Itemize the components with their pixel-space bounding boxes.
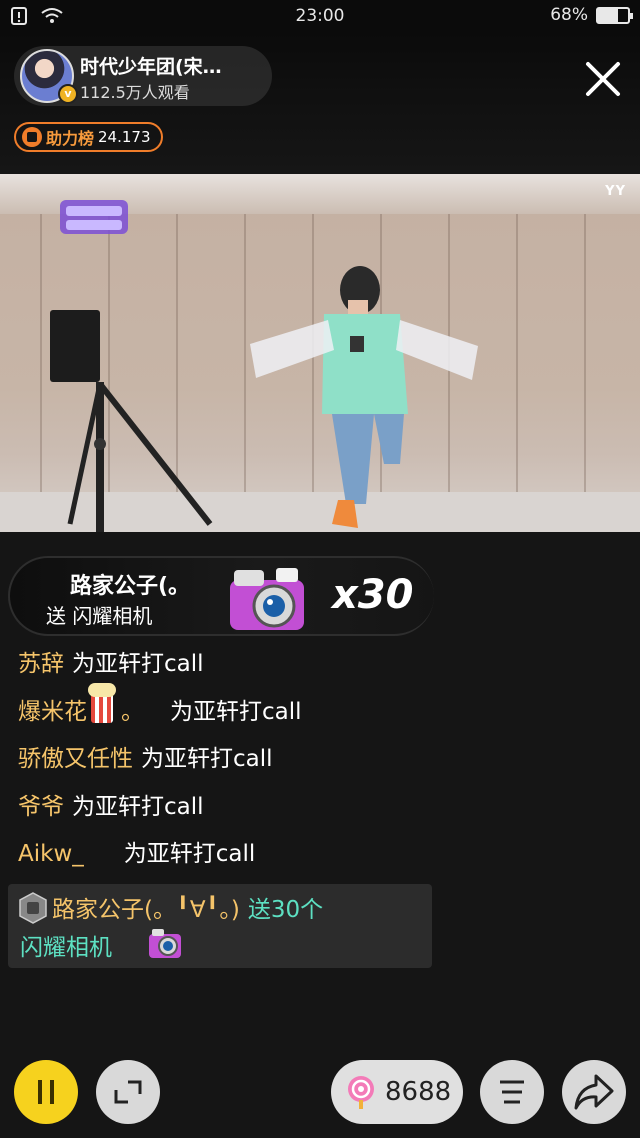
wall-panel	[516, 214, 518, 494]
host-info[interactable]: v 时代少年团(宋… 112.5万人观看	[14, 46, 272, 106]
close-icon	[586, 62, 620, 96]
gift-notice: 路家公子(。╹∀╹。) 送30个 闪耀相机	[8, 884, 432, 968]
video-player[interactable]: YY	[0, 174, 640, 532]
support-ranking-button[interactable]: 助力榜 24.173	[14, 122, 163, 152]
status-bar-right: 68%	[550, 5, 633, 25]
stream-header: v 时代少年团(宋… 112.5万人观看 助力榜 24.173	[0, 32, 640, 174]
speaker	[50, 310, 100, 382]
chat-text: 为亚轩打call	[72, 793, 204, 820]
wall-panel	[584, 214, 586, 494]
gift-coins-button[interactable]: 8688	[331, 1060, 463, 1124]
camera-gift-icon	[149, 929, 181, 958]
pause-button[interactable]	[14, 1060, 78, 1124]
chat-text: 为亚轩打call	[123, 841, 256, 867]
viewer-count: 112.5万人观看	[80, 83, 190, 102]
chat-list[interactable]: 苏辞 为亚轩打call 爆米花。为亚轩打call 骄傲又任性 为亚轩打call 爷爷…	[18, 644, 438, 882]
live-stream-screen: 23:00 68% v 时代少年团(宋… 112.5万人观看 助力榜 24.17…	[0, 0, 640, 1138]
battery-icon	[596, 6, 633, 24]
video-watermark: YY	[605, 184, 626, 199]
host-name: 时代少年团(宋…	[80, 56, 222, 78]
show-logo	[60, 200, 128, 234]
wall-panel	[40, 214, 42, 494]
chat-text: 为亚轩打call	[72, 651, 204, 677]
popcorn-icon	[88, 682, 116, 723]
level-badge-icon	[19, 892, 47, 924]
fullscreen-icon	[114, 1080, 142, 1104]
gift-action: 送 闪耀相机	[46, 604, 153, 628]
chat-text: 为亚轩打call	[170, 698, 302, 725]
wall-panel	[244, 214, 246, 494]
gift-notice-line: 路家公子(。╹∀╹。) 送30个	[52, 890, 323, 924]
chat-username[interactable]: 爆米花	[18, 699, 87, 725]
candy-icon	[348, 1076, 374, 1109]
dancer	[250, 266, 478, 528]
chat-message: 苏辞 为亚轩打call	[18, 644, 438, 692]
share-button[interactable]	[562, 1060, 626, 1124]
support-count: 24.173	[98, 128, 151, 146]
gift-count: x30	[332, 572, 414, 618]
battery-fill	[598, 8, 619, 22]
speaker-stand-legs	[67, 382, 213, 526]
camera-gift-icon	[230, 568, 304, 630]
gift-notice-action: 送30个	[247, 897, 324, 923]
chat-username[interactable]: 爷爷	[18, 794, 64, 820]
coins-value: 8688	[385, 1077, 452, 1107]
chat-username[interactable]: Aikw_	[18, 841, 84, 867]
shield-icon	[22, 127, 42, 147]
support-label: 助力榜	[46, 129, 95, 148]
status-bar: 23:00 68%	[0, 0, 640, 32]
chat-username[interactable]: 骄傲又任性	[18, 746, 133, 772]
gift-banner: 路家公子(。 送 闪耀相机 x30	[8, 556, 434, 636]
gift-sender: 路家公子(。	[70, 574, 191, 599]
battery-percent: 68%	[550, 5, 588, 25]
chat-message: Aikw_ 为亚轩打call	[18, 834, 438, 882]
chat-message: 爷爷 为亚轩打call	[18, 787, 438, 835]
chat-message: 爆米花 。为亚轩打call	[18, 682, 438, 740]
chat-message: 骄傲又任性 为亚轩打call	[18, 739, 438, 787]
share-icon	[574, 1074, 614, 1110]
fullscreen-button[interactable]	[96, 1060, 160, 1124]
menu-button[interactable]	[480, 1060, 544, 1124]
menu-icon	[500, 1080, 524, 1104]
chat-username[interactable]: 苏辞	[18, 651, 64, 677]
chat-text: 为亚轩打call	[141, 746, 273, 772]
verified-badge-icon: v	[58, 84, 78, 104]
close-button[interactable]	[580, 56, 626, 102]
chat-suffix: 。	[121, 698, 144, 725]
status-time: 23:00	[295, 6, 345, 26]
gift-notice-user[interactable]: 路家公子(。╹∀╹。)	[52, 897, 240, 923]
gift-notice-gift: 闪耀相机	[20, 935, 112, 961]
